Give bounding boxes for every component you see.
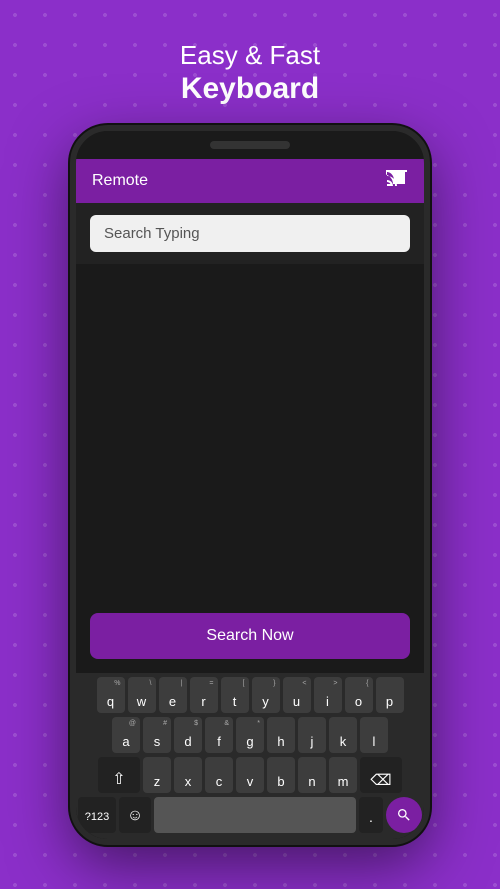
key-m[interactable]: m (329, 757, 357, 793)
key-n[interactable]: n (298, 757, 326, 793)
keyboard-row-3: ⇧ z x c v b n m ⌫ (78, 757, 422, 793)
key-a[interactable]: @a (112, 717, 140, 753)
search-key[interactable] (386, 797, 422, 833)
key-h[interactable]: h (267, 717, 295, 753)
key-y[interactable]: }y (252, 677, 280, 713)
key-p[interactable]: p (376, 677, 404, 713)
toolbar-title: Remote (92, 172, 148, 190)
app-screen: Remote Search Typing Search Now %q \w (76, 159, 424, 839)
num-key[interactable]: ?123 (78, 797, 116, 833)
header-line2: Keyboard (180, 71, 320, 107)
search-input-box[interactable]: Search Typing (90, 215, 410, 252)
key-x[interactable]: x (174, 757, 202, 793)
key-l[interactable]: l (360, 717, 388, 753)
keyboard: %q \w |e =r [t }y <u >i {o p @a #s $d &f… (76, 673, 424, 839)
key-f[interactable]: &f (205, 717, 233, 753)
key-c[interactable]: c (205, 757, 233, 793)
key-u[interactable]: <u (283, 677, 311, 713)
key-o[interactable]: {o (345, 677, 373, 713)
key-t[interactable]: [t (221, 677, 249, 713)
notch-bar (210, 141, 290, 149)
key-g[interactable]: *g (236, 717, 264, 753)
phone-frame: Remote Search Typing Search Now %q \w (70, 125, 430, 845)
app-header: Easy & Fast Keyboard (180, 40, 320, 107)
keyboard-row-1: %q \w |e =r [t }y <u >i {o p (78, 677, 422, 713)
key-q[interactable]: %q (97, 677, 125, 713)
search-area: Search Typing (76, 203, 424, 264)
key-k[interactable]: k (329, 717, 357, 753)
key-w[interactable]: \w (128, 677, 156, 713)
keyboard-bottom-row: ?123 ☺ . (78, 797, 422, 833)
key-r[interactable]: =r (190, 677, 218, 713)
key-b[interactable]: b (267, 757, 295, 793)
key-d[interactable]: $d (174, 717, 202, 753)
period-key[interactable]: . (359, 797, 383, 833)
cast-icon[interactable] (386, 169, 408, 193)
keyboard-row-2: @a #s $d &f *g h j k l (78, 717, 422, 753)
key-v[interactable]: v (236, 757, 264, 793)
app-toolbar: Remote (76, 159, 424, 203)
key-e[interactable]: |e (159, 677, 187, 713)
key-i[interactable]: >i (314, 677, 342, 713)
header-line1: Easy & Fast (180, 40, 320, 71)
space-key[interactable] (154, 797, 356, 833)
emoji-key[interactable]: ☺ (119, 797, 151, 833)
search-now-button[interactable]: Search Now (90, 613, 410, 659)
key-z[interactable]: z (143, 757, 171, 793)
backspace-key[interactable]: ⌫ (360, 757, 402, 793)
phone-notch (76, 131, 424, 159)
search-input[interactable]: Search Typing (104, 225, 396, 242)
key-s[interactable]: #s (143, 717, 171, 753)
key-j[interactable]: j (298, 717, 326, 753)
shift-key[interactable]: ⇧ (98, 757, 140, 793)
content-area (76, 264, 424, 613)
